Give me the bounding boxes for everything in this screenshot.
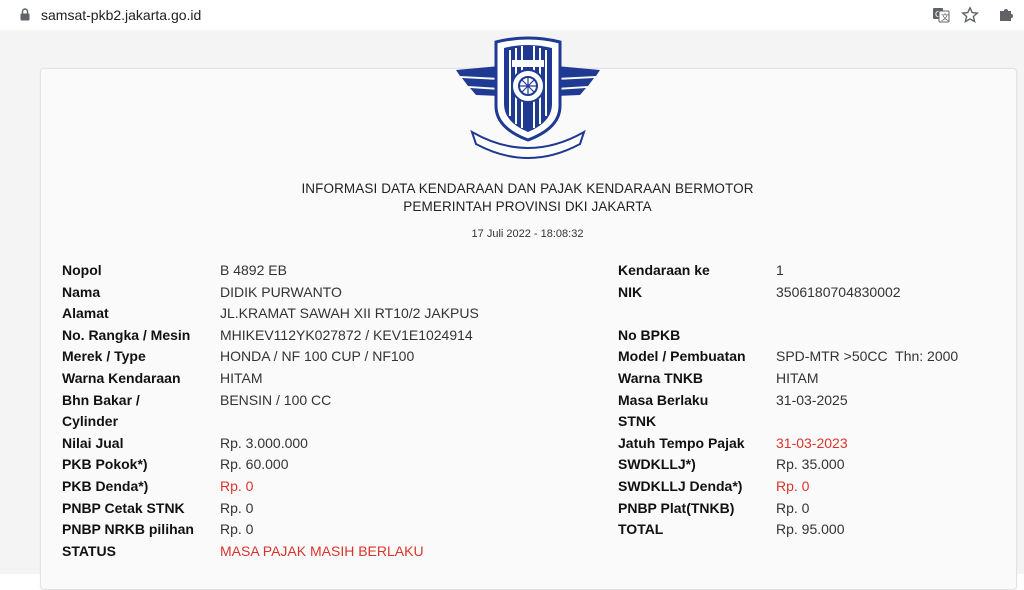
label-pkb-denda: PKB Denda*) <box>62 478 149 494</box>
svg-text:文: 文 <box>941 12 949 22</box>
label-kendaraan-ke: Kendaraan ke <box>618 262 710 278</box>
extensions-puzzle-icon[interactable] <box>997 6 1015 24</box>
label-alamat: Alamat <box>62 305 109 321</box>
value-pnbp-nrkb: Rp. 0 <box>220 521 254 537</box>
value-pkb-denda: Rp. 0 <box>220 478 254 494</box>
label-bahan-bakar: Bhn Bakar / <box>62 392 140 408</box>
address-bar[interactable]: samsat-pkb2.jakarta.go.id G 文 <box>0 0 1024 30</box>
label-status: STATUS <box>62 543 116 559</box>
value-warna-tnkb: HITAM <box>776 370 819 386</box>
label-no-bpkb: No BPKB <box>618 327 681 343</box>
value-warna-kendaraan: HITAM <box>220 370 263 386</box>
label-nopol: Nopol <box>62 262 102 278</box>
value-jatuh-tempo-pajak: 31-03-2023 <box>776 435 848 451</box>
label-total: TOTAL <box>618 521 664 537</box>
label-jatuh-tempo-pajak: Jatuh Tempo Pajak <box>618 435 745 451</box>
value-status: MASA PAJAK MASIH BERLAKU <box>220 543 424 559</box>
label-pnbp-nrkb: PNBP NRKB pilihan <box>62 521 194 537</box>
label-warna-tnkb: Warna TNKB <box>618 370 704 386</box>
value-rangka-mesin: MHIKEV112YK027872 / KEV1E1024914 <box>220 327 473 343</box>
lock-icon[interactable] <box>20 8 30 21</box>
value-alamat: JL.KRAMAT SAWAH XII RT10/2 JAKPUS <box>220 305 479 321</box>
value-pnbp-plat: Rp. 0 <box>776 500 810 516</box>
url-text[interactable]: samsat-pkb2.jakarta.go.id <box>41 7 201 23</box>
label-nik: NIK <box>618 284 643 300</box>
label-rangka-mesin: No. Rangka / Mesin <box>62 327 191 343</box>
value-nik: 3506180704830002 <box>776 284 901 300</box>
value-bahan-bakar: BENSIN / 100 CC <box>220 392 332 408</box>
label-nilai-jual: Nilai Jual <box>62 435 124 451</box>
value-swdkllj-denda: Rp. 0 <box>776 478 810 494</box>
value-masa-berlaku: 31-03-2025 <box>776 392 848 408</box>
value-nama: DIDIK PURWANTO <box>220 284 342 300</box>
timestamp: 17 Juli 2022 - 18:08:32 <box>471 228 584 240</box>
page-subtitle: PEMERINTAH PROVINSI DKI JAKARTA <box>403 199 652 214</box>
label-cylinder: Cylinder <box>62 413 119 429</box>
value-kendaraan-ke: 1 <box>776 262 784 278</box>
translate-icon[interactable]: G 文 <box>932 6 950 24</box>
label-model-pembuatan: Model / Pembuatan <box>618 348 746 364</box>
label-swdkllj: SWDKLLJ*) <box>618 456 696 472</box>
value-total: Rp. 95.000 <box>776 521 845 537</box>
label-warna-kendaraan: Warna Kendaraan <box>62 370 181 386</box>
value-nopol: B 4892 EB <box>220 262 287 278</box>
police-emblem-logo <box>456 36 600 159</box>
label-pnbp-plat: PNBP Plat(TNKB) <box>618 500 735 516</box>
value-nilai-jual: Rp. 3.000.000 <box>220 435 308 451</box>
label-stnk: STNK <box>618 413 657 429</box>
label-pnbp-cetak-stnk: PNBP Cetak STNK <box>62 500 185 516</box>
label-nama: Nama <box>62 284 101 300</box>
bookmark-star-icon[interactable] <box>961 6 979 24</box>
page-title: INFORMASI DATA KENDARAAN DAN PAJAK KENDA… <box>301 181 754 196</box>
value-pkb-pokok: Rp. 60.000 <box>220 456 289 472</box>
value-merek-type: HONDA / NF 100 CUP / NF100 <box>220 348 415 364</box>
value-pnbp-cetak-stnk: Rp. 0 <box>220 500 254 516</box>
value-swdkllj: Rp. 35.000 <box>776 456 845 472</box>
label-merek-type: Merek / Type <box>62 348 146 364</box>
value-model-pembuatan: SPD-MTR >50CC Thn: 2000 <box>776 348 959 364</box>
label-pkb-pokok: PKB Pokok*) <box>62 456 148 472</box>
label-masa-berlaku: Masa Berlaku <box>618 392 709 408</box>
label-swdkllj-denda: SWDKLLJ Denda*) <box>618 478 743 494</box>
